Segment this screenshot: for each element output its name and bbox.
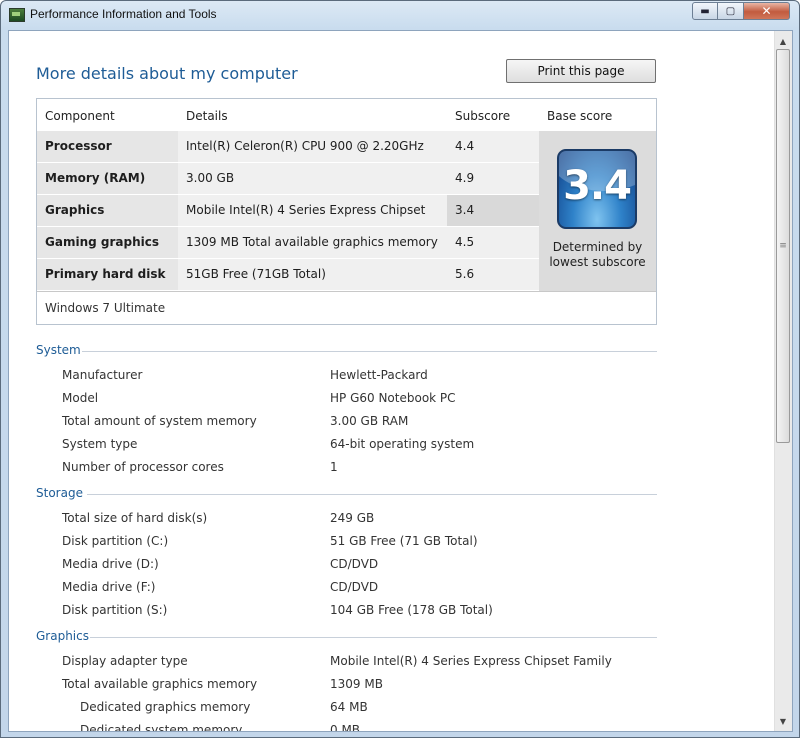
storage-key: Disk partition (S:) xyxy=(62,603,168,617)
header-component: Component xyxy=(45,109,115,123)
graphics-value: 1309 MB xyxy=(330,677,383,691)
system-key: Manufacturer xyxy=(62,368,143,382)
maximize-button[interactable]: ▢ xyxy=(718,2,744,20)
section-title-system: System xyxy=(36,343,81,357)
close-button[interactable]: ✕ xyxy=(744,2,790,20)
title-bar[interactable]: Performance Information and Tools ▬ ▢ ✕ xyxy=(1,1,799,29)
grip-icon: ≡ xyxy=(779,241,787,251)
maximize-icon: ▢ xyxy=(725,5,736,17)
header-base-score: Base score xyxy=(547,109,613,123)
storage-value: 249 GB xyxy=(330,511,375,525)
subscore-cell: 5.6 xyxy=(447,259,539,290)
details-cell: Intel(R) Celeron(R) CPU 900 @ 2.20GHz xyxy=(178,131,447,162)
storage-key: Disk partition (C:) xyxy=(62,534,169,548)
section-title-storage: Storage xyxy=(36,486,83,500)
graphics-value: 0 MB xyxy=(330,723,361,732)
section-divider xyxy=(90,637,657,638)
details-cell: 51GB Free (71GB Total) xyxy=(178,259,447,290)
os-edition: Windows 7 Ultimate xyxy=(45,301,166,315)
window-title: Performance Information and Tools xyxy=(30,7,217,21)
details-cell: 3.00 GB xyxy=(178,163,447,194)
component-cell: Gaming graphics xyxy=(37,227,178,258)
storage-value: CD/DVD xyxy=(330,557,379,571)
storage-value: 51 GB Free (71 GB Total) xyxy=(330,534,478,548)
graphics-key: Dedicated graphics memory xyxy=(80,700,251,714)
storage-value: CD/DVD xyxy=(330,580,379,594)
base-score-value: 3.4 xyxy=(563,163,632,209)
system-value: 64-bit operating system xyxy=(330,437,475,451)
system-key: Number of processor cores xyxy=(62,460,224,474)
graphics-key: Dedicated system memory xyxy=(80,723,243,732)
header-subscore: Subscore xyxy=(455,109,511,123)
base-score-badge-icon: 3.4 xyxy=(557,149,637,229)
graphics-key: Display adapter type xyxy=(62,654,188,668)
subscore-cell-lowest: 3.4 xyxy=(447,195,539,226)
close-icon: ✕ xyxy=(761,4,772,18)
header-details: Details xyxy=(186,109,228,123)
os-edition-row: Windows 7 Ultimate xyxy=(37,291,656,324)
graphics-key: Total available graphics memory xyxy=(62,677,258,691)
component-cell: Primary hard disk xyxy=(37,259,178,290)
page-title: More details about my computer xyxy=(36,64,298,83)
details-cell: Mobile Intel(R) 4 Series Express Chipset… xyxy=(178,195,447,248)
component-cell: Memory (RAM) xyxy=(37,163,178,194)
vertical-scrollbar[interactable]: ▲ ≡ ▼ xyxy=(774,31,792,731)
performance-window: Performance Information and Tools ▬ ▢ ✕ … xyxy=(0,0,800,738)
minimize-icon: ▬ xyxy=(700,5,710,17)
table-row: Graphics Mobile Intel(R) 4 Series Expres… xyxy=(37,195,539,248)
content-area: More details about my computer Print thi… xyxy=(8,30,793,732)
details-cell: 1309 MB Total available graphics memory xyxy=(178,227,447,258)
section-divider xyxy=(87,494,657,495)
subscore-cell: 4.4 xyxy=(447,131,539,162)
system-key: Model xyxy=(62,391,99,405)
table-row: Memory (RAM) 3.00 GB 4.9 xyxy=(37,163,539,195)
system-key: System type xyxy=(62,437,138,451)
base-score-note-line-2: lowest subscore xyxy=(549,255,646,269)
table-row: Gaming graphics 1309 MB Total available … xyxy=(37,227,539,259)
graphics-value: 64 MB xyxy=(330,700,368,714)
scroll-down-arrow-icon[interactable]: ▼ xyxy=(775,713,791,729)
scroll-up-arrow-icon[interactable]: ▲ xyxy=(775,33,791,49)
section-title-graphics: Graphics xyxy=(36,629,89,643)
graphics-value: Mobile Intel(R) 4 Series Express Chipset… xyxy=(330,654,612,668)
system-value: HP G60 Notebook PC xyxy=(330,391,456,405)
system-value: 1 xyxy=(330,460,338,474)
performance-app-icon xyxy=(9,8,25,22)
section-divider xyxy=(82,351,657,352)
storage-key: Media drive (F:) xyxy=(62,580,156,594)
system-value: 3.00 GB RAM xyxy=(330,414,409,428)
score-table: Component Details Subscore Base score Pr… xyxy=(36,98,657,325)
subscore-cell: 4.5 xyxy=(447,227,539,258)
table-row: Processor Intel(R) Celeron(R) CPU 900 @ … xyxy=(37,131,539,163)
print-page-button[interactable]: Print this page xyxy=(506,59,656,83)
scrollbar-thumb[interactable]: ≡ xyxy=(776,49,790,443)
storage-key: Media drive (D:) xyxy=(62,557,159,571)
minimize-button[interactable]: ▬ xyxy=(692,2,718,20)
base-score-panel: 3.4 Determined by lowest subscore xyxy=(539,131,656,291)
system-key: Total amount of system memory xyxy=(62,414,257,428)
component-cell: Processor xyxy=(37,131,178,162)
table-row: Primary hard disk 51GB Free (71GB Total)… xyxy=(37,259,539,291)
subscore-cell: 4.9 xyxy=(447,163,539,194)
component-cell: Graphics xyxy=(37,195,178,226)
storage-value: 104 GB Free (178 GB Total) xyxy=(330,603,493,617)
storage-key: Total size of hard disk(s) xyxy=(62,511,208,525)
base-score-note-line-1: Determined by xyxy=(552,240,643,254)
base-score-note: Determined by lowest subscore xyxy=(539,240,656,270)
system-value: Hewlett-Packard xyxy=(330,368,428,382)
